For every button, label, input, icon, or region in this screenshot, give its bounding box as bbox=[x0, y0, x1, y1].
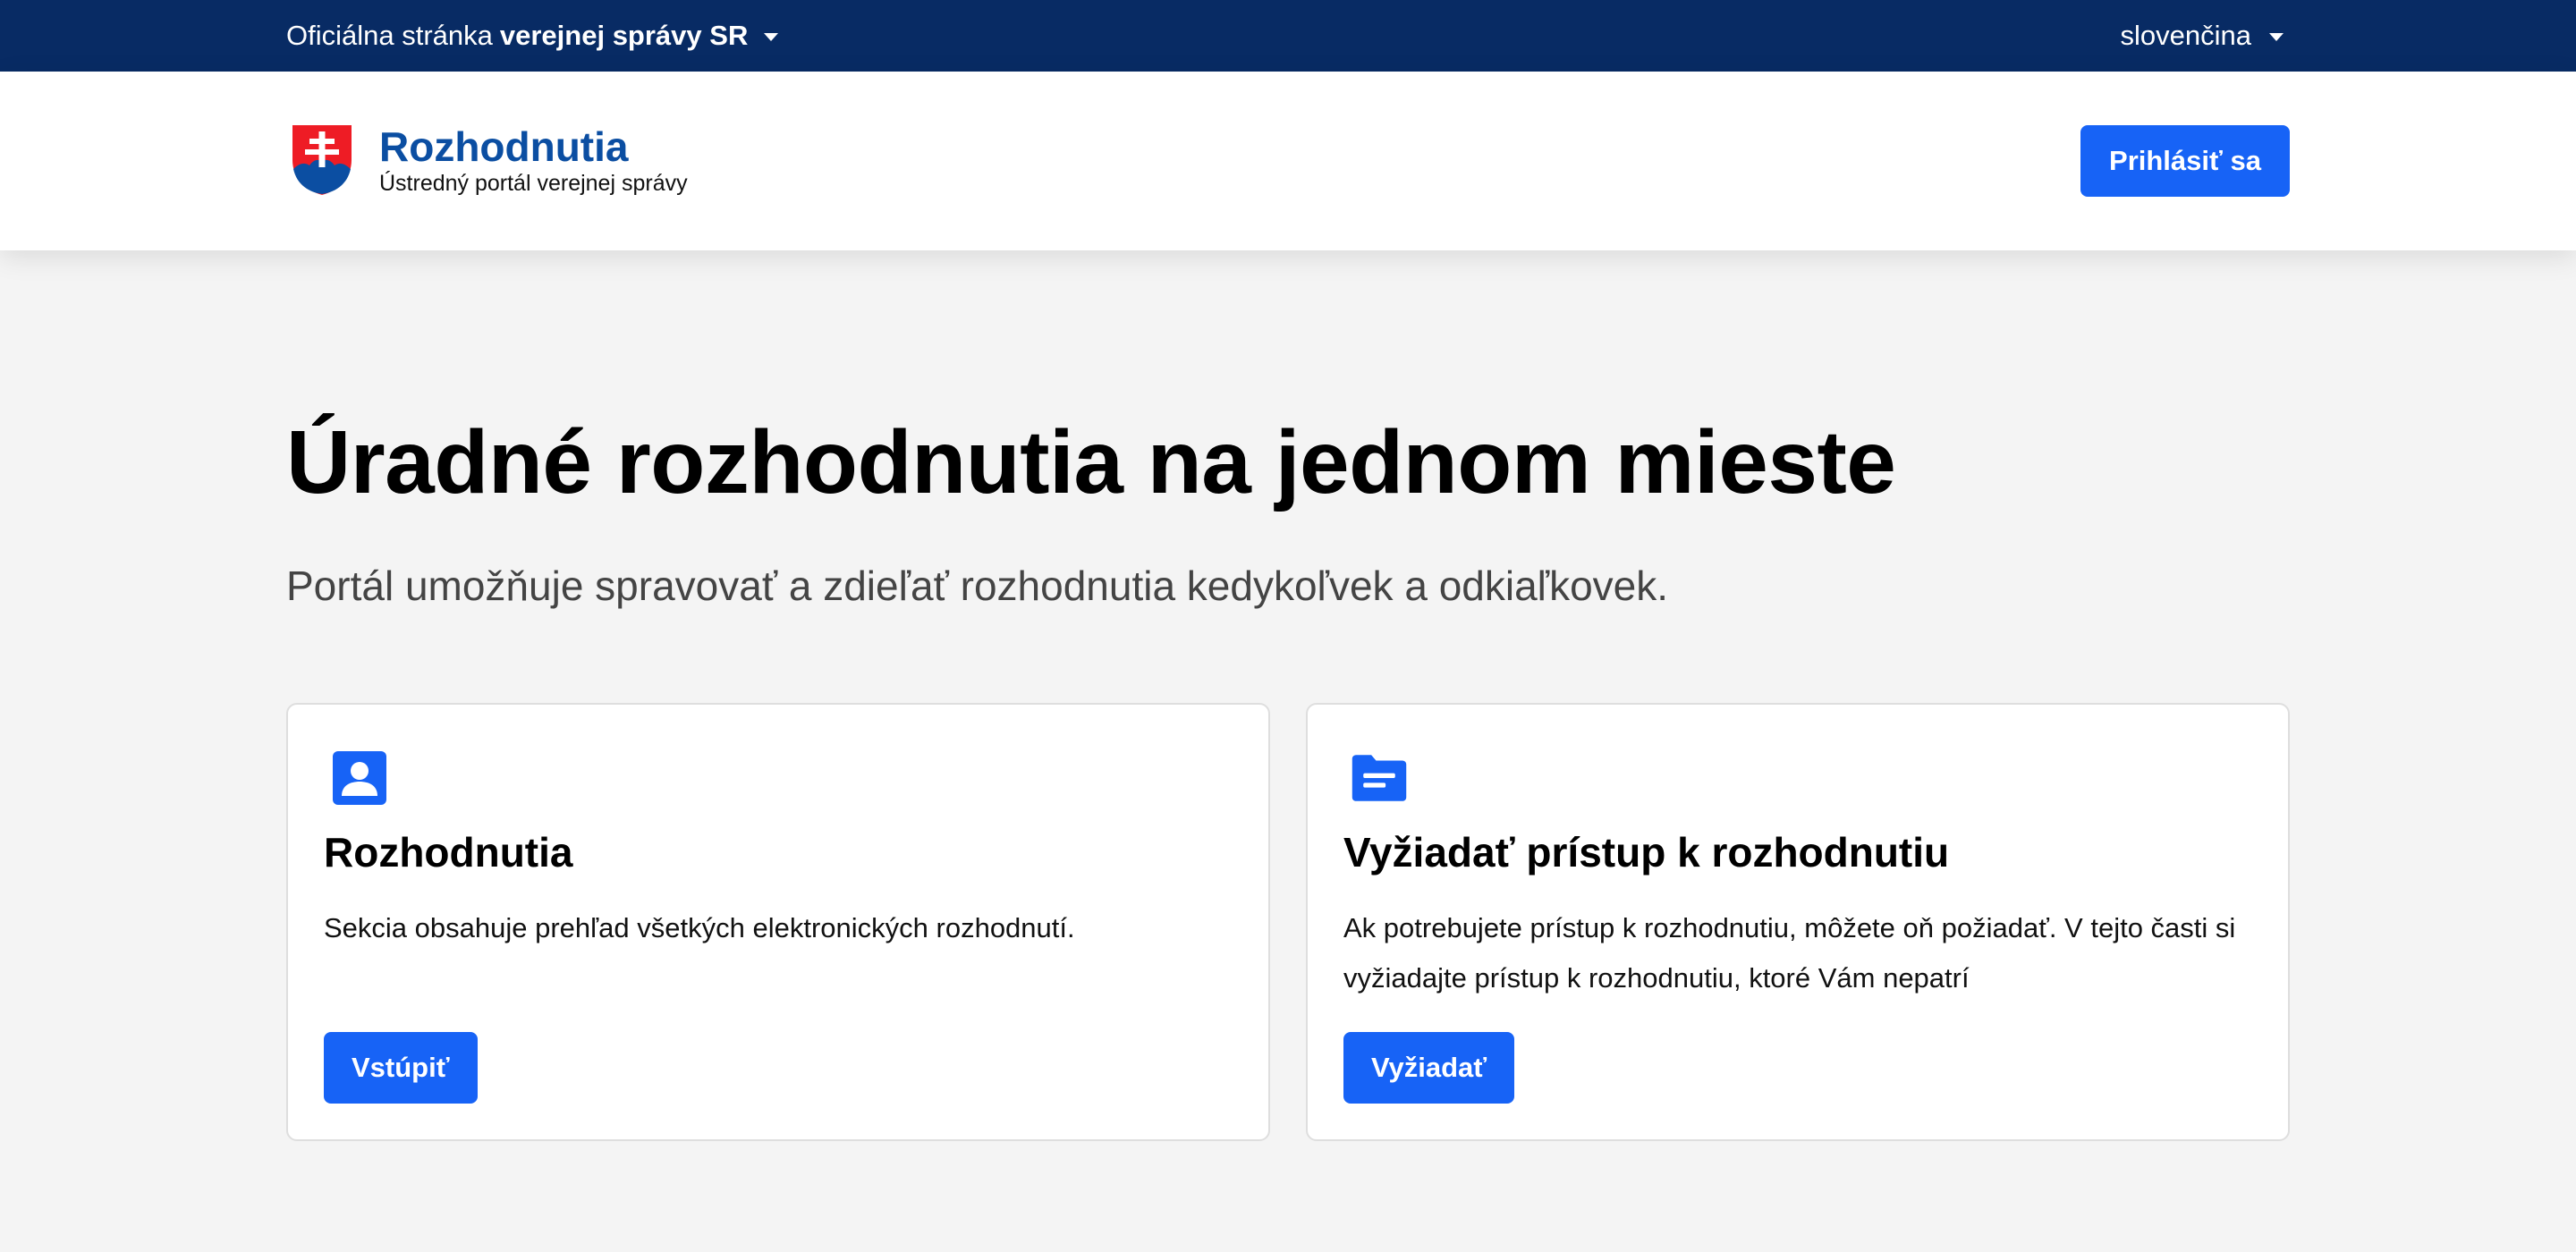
request-access-card: Vyžiadať prístup k rozhodnutiu Ak potreb… bbox=[1306, 703, 2290, 1141]
folder-document-icon bbox=[1352, 755, 1407, 801]
site-header: Rozhodnutia Ústredný portál verejnej spr… bbox=[0, 72, 2576, 250]
gov-bar: Oficiálna stránka verejnej správy SR slo… bbox=[0, 0, 2576, 72]
brand-link[interactable]: Rozhodnutia Ústredný portál verejnej spr… bbox=[290, 122, 688, 199]
person-badge-icon bbox=[333, 751, 386, 805]
login-button[interactable]: Prihlásiť sa bbox=[2080, 125, 2290, 197]
page-subtitle: Portál umožňuje spravovať a zdieľať rozh… bbox=[286, 563, 1669, 609]
chevron-down-icon bbox=[2269, 32, 2284, 41]
decisions-card-description: Sekcia obsahuje prehľad všetkých elektro… bbox=[324, 912, 1075, 943]
official-site-bold: verejnej správy SR bbox=[499, 20, 749, 51]
brand-subtitle: Ústredný portál verejnej správy bbox=[379, 171, 688, 196]
official-site-dropdown[interactable]: Oficiálna stránka verejnej správy SR bbox=[286, 0, 779, 72]
brand-name: Rozhodnutia bbox=[379, 123, 629, 170]
chevron-down-icon bbox=[764, 32, 779, 41]
slovak-coat-of-arms-icon bbox=[291, 123, 353, 198]
decisions-card: Rozhodnutia Sekcia obsahuje prehľad všet… bbox=[286, 703, 1270, 1141]
request-button[interactable]: Vyžiadať bbox=[1343, 1032, 1515, 1104]
decisions-card-title: Rozhodnutia bbox=[324, 829, 573, 876]
page-title: Úradné rozhodnutia na jednom mieste bbox=[286, 412, 1896, 512]
request-access-card-title: Vyžiadať prístup k rozhodnutiu bbox=[1343, 829, 1950, 876]
language-selector[interactable]: slovenčina bbox=[2121, 0, 2284, 72]
enter-button[interactable]: Vstúpiť bbox=[324, 1032, 478, 1104]
language-label: slovenčina bbox=[2120, 20, 2251, 51]
official-site-prefix: Oficiálna stránka bbox=[286, 20, 493, 51]
request-access-card-description: Ak potrebujete prístup k rozhodnutiu, mô… bbox=[1343, 912, 2236, 994]
